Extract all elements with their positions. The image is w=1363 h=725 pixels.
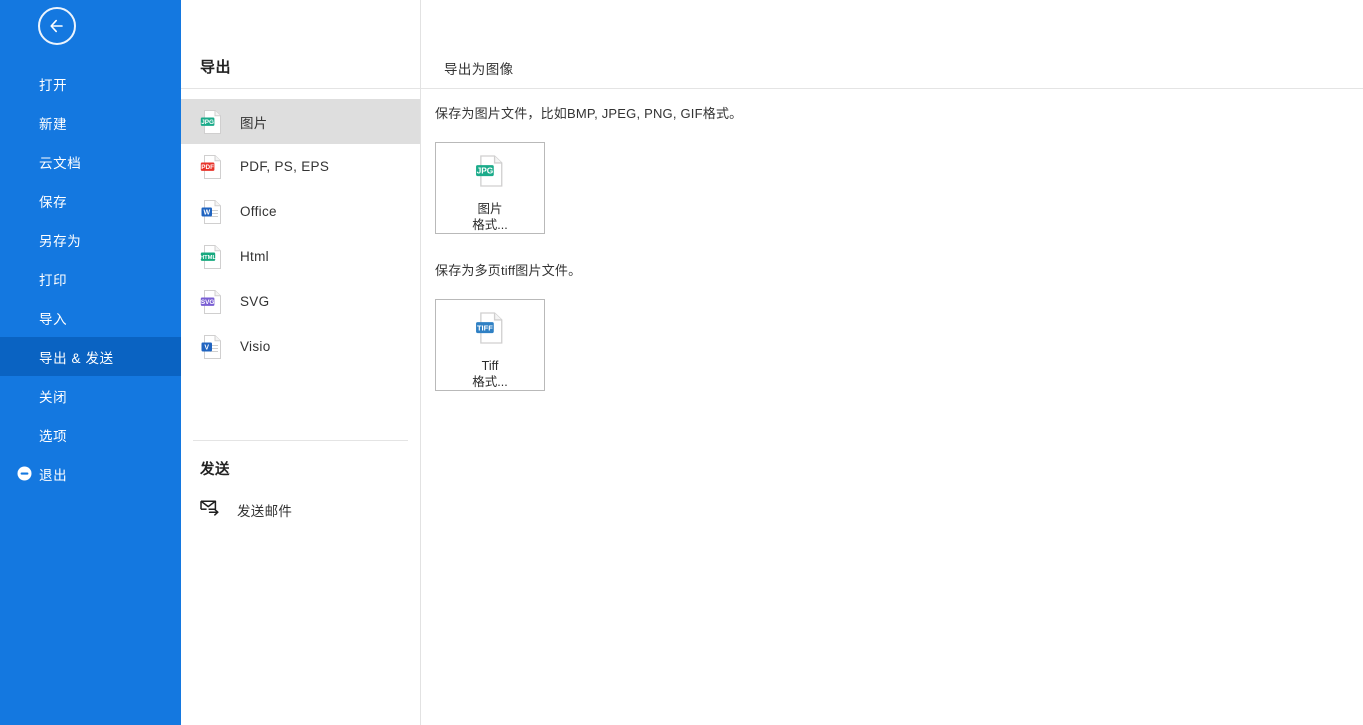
word-file-icon: W bbox=[200, 199, 223, 225]
svg-text:TIFF: TIFF bbox=[477, 324, 493, 333]
sidebar-item-label: 另存为 bbox=[39, 233, 82, 249]
export-image-format-card[interactable]: JPG 图片 格式... bbox=[435, 142, 545, 234]
sidebar-item-export-send[interactable]: 导出 & 发送 bbox=[0, 337, 181, 376]
card-label-line1: 图片 bbox=[477, 202, 503, 216]
mail-send-icon bbox=[200, 499, 220, 521]
export-format-image[interactable]: JPG 图片 bbox=[181, 99, 420, 144]
svg-text:HTML: HTML bbox=[200, 255, 217, 261]
svg-file-icon: SVG bbox=[200, 289, 223, 315]
main-content: 导出为图像 保存为图片文件，比如BMP, JPEG, PNG, GIF格式。 J… bbox=[421, 0, 1363, 725]
sidebar-item-exit[interactable]: 退出 bbox=[0, 454, 181, 493]
send-mail-label: 发送邮件 bbox=[237, 504, 293, 519]
send-mail-item[interactable]: 发送邮件 bbox=[181, 493, 420, 527]
svg-text:JPG: JPG bbox=[201, 119, 214, 126]
sidebar-item-print[interactable]: 打印 bbox=[0, 259, 181, 298]
image-export-description: 保存为图片文件，比如BMP, JPEG, PNG, GIF格式。 bbox=[435, 106, 743, 121]
svg-text:JPG: JPG bbox=[477, 166, 494, 176]
sidebar-item-options[interactable]: 选项 bbox=[0, 415, 181, 454]
sidebar-item-open[interactable]: 打开 bbox=[0, 64, 181, 103]
panel-header-divider bbox=[181, 88, 420, 89]
export-tiff-format-card[interactable]: TIFF Tiff 格式... bbox=[435, 299, 545, 391]
export-heading: 导出 bbox=[200, 59, 232, 76]
svg-text:V: V bbox=[204, 344, 209, 351]
send-heading: 发送 bbox=[200, 462, 230, 478]
main-header-divider bbox=[421, 88, 1363, 89]
sidebar-item-cloud-docs[interactable]: 云文档 bbox=[0, 142, 181, 181]
export-format-label: 图片 bbox=[240, 115, 268, 131]
svg-text:PDF: PDF bbox=[201, 164, 214, 171]
sidebar-item-label: 选项 bbox=[39, 428, 68, 444]
sidebar-item-label: 退出 bbox=[39, 467, 68, 483]
sidebar-item-label: 导入 bbox=[39, 311, 68, 327]
card-label-line1: Tiff bbox=[481, 359, 499, 373]
tiff-file-icon: TIFF bbox=[475, 311, 505, 350]
app-root: 打开 新建 云文档 保存 另存为 打印 导入 导出 & 发送 关闭 选项 退出 bbox=[0, 0, 1363, 725]
export-format-visio[interactable]: V Visio bbox=[181, 324, 420, 369]
tiff-export-description: 保存为多页tiff图片文件。 bbox=[435, 263, 582, 278]
sidebar-item-label: 导出 & 发送 bbox=[39, 350, 114, 366]
sidebar-item-save-as[interactable]: 另存为 bbox=[0, 220, 181, 259]
sidebar-menu: 打开 新建 云文档 保存 另存为 打印 导入 导出 & 发送 关闭 选项 退出 bbox=[0, 64, 181, 493]
svg-text:W: W bbox=[203, 209, 210, 216]
export-format-label: PDF, PS, EPS bbox=[240, 159, 330, 174]
jpg-file-icon: JPG bbox=[475, 154, 505, 193]
export-format-list: JPG 图片 PDF PDF, PS, EPS W Office HTML Ht… bbox=[181, 99, 420, 369]
panel-section-divider bbox=[193, 440, 408, 441]
sidebar-item-label: 保存 bbox=[39, 194, 68, 210]
back-arrow-icon bbox=[48, 18, 66, 34]
export-panel: 导出 JPG 图片 PDF PDF, PS, EPS W Office HTML… bbox=[181, 0, 421, 725]
sidebar-item-label: 关闭 bbox=[39, 389, 68, 405]
jpg-file-icon: JPG bbox=[200, 109, 223, 135]
visio-file-icon: V bbox=[200, 334, 223, 360]
export-format-pdf[interactable]: PDF PDF, PS, EPS bbox=[181, 144, 420, 189]
export-format-label: Office bbox=[240, 204, 277, 219]
backstage-sidebar: 打开 新建 云文档 保存 另存为 打印 导入 导出 & 发送 关闭 选项 退出 bbox=[0, 0, 181, 725]
svg-text:SVG: SVG bbox=[201, 299, 215, 306]
export-format-label: Html bbox=[240, 249, 269, 264]
page-title: 导出为图像 bbox=[444, 62, 514, 77]
sidebar-item-label: 新建 bbox=[39, 116, 68, 132]
sidebar-item-label: 打印 bbox=[39, 272, 68, 288]
sidebar-item-new[interactable]: 新建 bbox=[0, 103, 181, 142]
pdf-file-icon: PDF bbox=[200, 154, 223, 180]
export-format-html[interactable]: HTML Html bbox=[181, 234, 420, 279]
export-format-label: SVG bbox=[240, 294, 270, 309]
exit-icon bbox=[17, 466, 32, 481]
export-format-office[interactable]: W Office bbox=[181, 189, 420, 234]
sidebar-item-close-doc[interactable]: 关闭 bbox=[0, 376, 181, 415]
html-file-icon: HTML bbox=[200, 244, 223, 270]
sidebar-item-label: 打开 bbox=[39, 77, 68, 93]
sidebar-item-label: 云文档 bbox=[39, 155, 82, 171]
card-label-line2: 格式... bbox=[472, 217, 508, 232]
export-format-label: Visio bbox=[240, 339, 271, 354]
back-button[interactable] bbox=[38, 7, 76, 45]
sidebar-item-import[interactable]: 导入 bbox=[0, 298, 181, 337]
card-label-line2: 格式... bbox=[472, 374, 508, 389]
export-format-svg[interactable]: SVG SVG bbox=[181, 279, 420, 324]
sidebar-item-save[interactable]: 保存 bbox=[0, 181, 181, 220]
